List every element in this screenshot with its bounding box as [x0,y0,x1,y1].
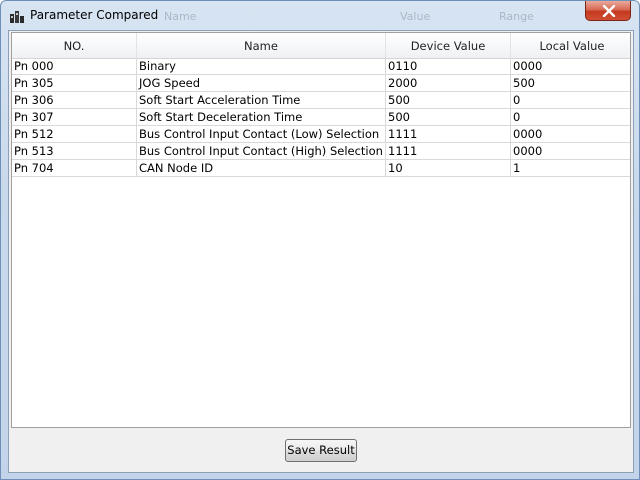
parameter-table[interactable]: NO. Name Device Value Local Value Pn 000… [11,32,631,428]
app-icon [10,9,24,23]
close-icon [602,5,616,17]
table-cell-no[interactable]: Pn 513 [12,143,137,159]
column-header-name[interactable]: Name [137,33,386,58]
table-cell-name[interactable]: JOG Speed [137,75,386,91]
window-title: Parameter Compared [30,8,159,22]
column-header-device-value[interactable]: Device Value [386,33,511,58]
table-row[interactable]: Pn 305 JOG Speed 2000 500 [12,75,630,92]
table-cell-local-value[interactable]: 500 [511,75,630,91]
table-cell-name[interactable]: CAN Node ID [137,160,386,176]
table-cell-no[interactable]: Pn 306 [12,92,137,108]
table-cell-device-value[interactable]: 2000 [386,75,511,91]
table-cell-no[interactable]: Pn 305 [12,75,137,91]
table-cell-device-value[interactable]: 500 [386,109,511,125]
table-cell-local-value[interactable]: 0 [511,109,630,125]
table-cell-no[interactable]: Pn 704 [12,160,137,176]
table-header: NO. Name Device Value Local Value [12,33,630,59]
dialog-client-area: NO. Name Device Value Local Value Pn 000… [8,30,634,473]
table-row[interactable]: Pn 307 Soft Start Deceleration Time 500 0 [12,109,630,126]
table-cell-name[interactable]: Bus Control Input Contact (High) Selecti… [137,143,386,159]
table-cell-device-value[interactable]: 500 [386,92,511,108]
ghost-label-range: Range [499,10,534,23]
table-cell-no[interactable]: Pn 307 [12,109,137,125]
table-cell-name[interactable]: Bus Control Input Contact (Low) Selectio… [137,126,386,142]
table-row[interactable]: Pn 513 Bus Control Input Contact (High) S… [12,143,630,160]
close-button[interactable] [585,1,631,21]
table-row[interactable]: Pn 512 Bus Control Input Contact (Low) Se… [12,126,630,143]
table-cell-local-value[interactable]: 0000 [511,143,630,159]
ghost-label-name: Name [164,10,197,23]
column-header-local-value[interactable]: Local Value [511,33,630,58]
column-header-no[interactable]: NO. [12,33,137,58]
title-bar[interactable]: Parameter Compared Name Value Range [1,1,639,29]
table-cell-local-value[interactable]: 1 [511,160,630,176]
table-cell-device-value[interactable]: 1111 [386,143,511,159]
table-cell-name[interactable]: Soft Start Acceleration Time [137,92,386,108]
ghost-label-value: Value [400,10,431,23]
save-result-button[interactable]: Save Result [285,439,357,462]
table-row[interactable]: Pn 306 Soft Start Acceleration Time 500 0 [12,92,630,109]
table-row[interactable]: Pn 704 CAN Node ID 10 1 [12,160,630,177]
table-cell-local-value[interactable]: 0000 [511,126,630,142]
table-row[interactable]: Pn 000 Binary 0110 0000 [12,58,630,75]
table-cell-name[interactable]: Binary [137,58,386,74]
dialog-window: Parameter Compared Name Value Range NO. … [0,0,640,480]
table-cell-device-value[interactable]: 1111 [386,126,511,142]
table-cell-local-value[interactable]: 0 [511,92,630,108]
table-cell-name[interactable]: Soft Start Deceleration Time [137,109,386,125]
table-cell-local-value[interactable]: 0000 [511,58,630,74]
table-cell-device-value[interactable]: 0110 [386,58,511,74]
table-cell-no[interactable]: Pn 000 [12,58,137,74]
table-cell-device-value[interactable]: 10 [386,160,511,176]
table-cell-no[interactable]: Pn 512 [12,126,137,142]
